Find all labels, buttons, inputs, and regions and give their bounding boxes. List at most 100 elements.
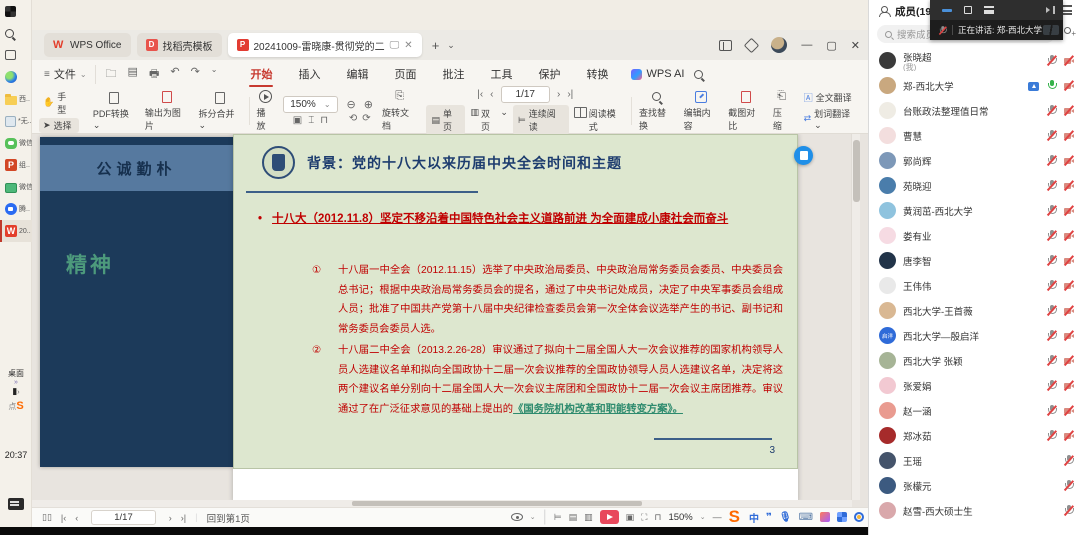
open-icon[interactable]: 🗀 [106,65,117,84]
double-layout-icon[interactable]: ▥ [584,512,593,523]
edit-content-button[interactable]: 编辑内容 [684,90,720,132]
page-panel-toggle-icon[interactable]: ▯▯ [42,512,52,523]
menu-tab-工具[interactable]: 工具 [477,61,525,87]
workspace-icon[interactable] [744,37,760,53]
rotate-left-icon[interactable]: ⟲ [349,113,357,124]
minimize-button[interactable]: — [801,39,812,51]
ime-settings-icon[interactable] [854,512,864,522]
menu-tab-保护[interactable]: 保护 [525,61,573,87]
full-translate-button[interactable]: 🄰全文翻译 [800,90,861,105]
status-prev-page-icon[interactable]: ‹ [75,513,78,523]
member-row[interactable]: 张檬元 [869,473,1080,498]
pdf-convert-button[interactable]: PDF转换⌄ [93,91,136,131]
previous-page-thumbnail[interactable]: 公诚勤朴 精神 [40,137,233,467]
ime-language-icon[interactable]: 中 [749,510,759,525]
ime-grid-icon[interactable] [837,512,847,522]
taskbar-clock[interactable]: 20:37 [0,450,32,460]
play-button[interactable] [600,510,619,524]
select-tool-button[interactable]: ➤选择 [39,118,79,133]
word-translate-button[interactable]: ⇄划词翻译⌄ [800,106,861,132]
member-row[interactable]: 赵一涵 [869,398,1080,423]
next-page-icon[interactable]: › [557,89,560,100]
member-row[interactable]: 郭尚辉 [869,148,1080,173]
page-indicator-input[interactable]: 1/17 [501,86,550,103]
meeting-list-view-icon[interactable] [984,6,994,14]
undo-icon[interactable]: ↶ [170,65,179,84]
meeting-collapse-icon[interactable] [1045,6,1055,14]
taskbar-item-screen-cast[interactable]: 微信 [0,176,32,198]
taskbar-overflow-chevron[interactable]: » [0,379,32,386]
window-tab[interactable]: D找稻壳模板 [137,33,222,57]
single-page-button[interactable]: ▤ 单页 [426,105,465,135]
tab-close-icon[interactable]: ✕ [404,40,412,51]
taskbar-item-windows-logo[interactable] [0,0,32,22]
desktop-button[interactable]: 桌面 [0,368,32,379]
meeting-minimize-icon[interactable] [942,9,952,12]
window-tab[interactable]: P20241009-雷晓康-贯彻党的二🖵✕ [228,33,422,57]
menu-tab-插入[interactable]: 插入 [285,61,333,87]
vertical-scrollbar-thumb[interactable] [853,140,860,202]
ime-skin-icon[interactable] [820,512,830,522]
first-page-icon[interactable]: |‹ [477,89,483,100]
fit-height-icon[interactable]: ⊓ [654,512,661,523]
taskbar-item-task-view[interactable] [0,44,32,66]
view-mode-eye-icon[interactable] [511,513,523,521]
double-page-button[interactable]: ▥ 双页⌄ [470,107,507,133]
rotate-right-icon[interactable]: ⟳ [362,113,370,124]
status-next-page-icon[interactable]: › [169,513,172,523]
maximize-button[interactable]: ▢ [826,39,836,52]
zoom-out-icon[interactable]: ⊖ [347,98,356,111]
play-slideshow-button[interactable]: 播放 [256,90,274,132]
redo-icon[interactable]: ↷ [191,65,200,84]
continuous-layout-icon[interactable]: ⊨ [554,512,562,523]
menu-tab-开始[interactable]: 开始 [237,61,285,87]
member-row[interactable]: 启洋西北大学—殷启洋 [869,323,1080,348]
taskbar-item-folder[interactable]: 西.. [0,88,32,110]
prev-page-icon[interactable]: ‹ [490,89,493,100]
taskbar-item-notepad[interactable]: *无.. [0,110,32,132]
back-to-first-page-button[interactable]: 回到第1页 [207,511,250,525]
notification-center-icon[interactable] [8,498,24,510]
ime-mic-icon[interactable]: 🎙 [779,512,792,523]
member-row[interactable]: 王瑶 [869,448,1080,473]
menu-search-icon[interactable] [694,70,703,79]
split-merge-button[interactable]: 拆分合并⌄ [198,91,241,131]
status-page-indicator[interactable]: 1/17 [91,510,156,525]
main-menu-icon[interactable]: ≡ [44,69,50,80]
taskbar-item-search[interactable] [0,22,32,44]
status-first-page-icon[interactable]: |‹ [61,513,66,523]
status-zoom-value[interactable]: 150% [668,512,692,523]
find-replace-button[interactable]: 查找替换 [639,90,675,132]
member-row[interactable]: 王伟伟 [869,273,1080,298]
fit-page-icon[interactable]: ⛶ [641,512,647,523]
menu-tab-转换[interactable]: 转换 [573,61,621,87]
member-row[interactable]: 张爱娟 [869,373,1080,398]
member-row[interactable]: 郑-西北大学 [869,73,1080,98]
screenshot-compare-button[interactable]: 截图对比 [728,90,764,132]
fit-width-icon[interactable]: ▣ [626,512,635,523]
quickbar-dropdown-icon[interactable]: ⌄ [211,65,218,84]
taskbar-item-tencent-meeting[interactable]: 腾.. [0,198,32,220]
print-icon[interactable]: 🖶 [149,65,159,84]
meeting-restore-icon[interactable] [964,6,972,14]
close-button[interactable]: ✕ [851,39,860,52]
hand-tool-button[interactable]: ✋手型 [39,89,79,117]
last-page-icon[interactable]: ›| [567,89,573,100]
continuous-read-button[interactable]: ⊨ 连续阅读 [513,105,569,135]
tab-list-dropdown-icon[interactable]: ⌄ [447,40,455,51]
sogou-ime-icon[interactable]: S [16,400,23,412]
member-row[interactable]: 郑冰茹 [869,423,1080,448]
add-member-icon[interactable] [1062,27,1074,39]
sogou-logo[interactable]: S [729,507,740,527]
floating-tools-button[interactable] [794,146,813,165]
overlay-mic-muted-icon[interactable] [939,26,946,35]
menu-tab-页面[interactable]: 页面 [381,61,429,87]
taskbar-item-wps[interactable]: W20.. [0,220,32,242]
file-menu[interactable]: 文件 [54,66,76,82]
ime-voice-icon[interactable]: ❞ [766,512,772,523]
single-layout-icon[interactable]: ▤ [569,512,578,523]
user-avatar[interactable] [771,37,787,53]
save-icon[interactable]: ▤ [128,65,138,84]
window-tab[interactable]: WWPS Office [44,33,131,57]
zoom-slider-minus-icon[interactable]: — [713,512,722,522]
